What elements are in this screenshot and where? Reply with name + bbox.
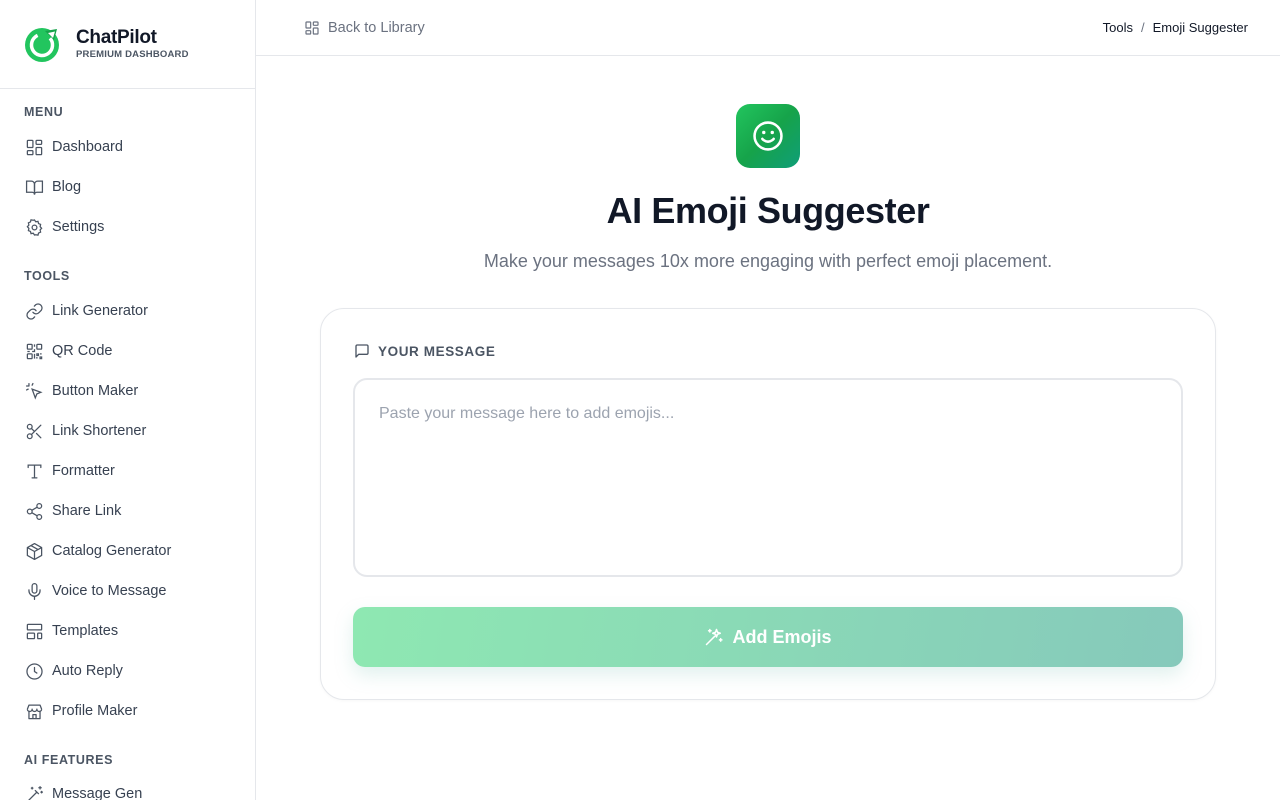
sidebar-item-label: Catalog Generator [52, 543, 172, 559]
sidebar-item-qr-code[interactable]: QR Code [24, 339, 112, 363]
grid-icon [24, 137, 44, 157]
sidebar-item-label: QR Code [52, 343, 113, 359]
page-subtitle: Make your messages 10x more engaging wit… [483, 251, 1053, 271]
section-label-ai-features: AI FEATURES [24, 753, 114, 767]
sidebar-item-share-link[interactable]: Share Link [24, 499, 121, 523]
sidebar-item-label: Auto Reply [52, 663, 123, 679]
sidebar-item-label: Link Generator [52, 303, 148, 319]
message-input[interactable] [353, 378, 1183, 577]
book-icon [24, 177, 44, 197]
text-type-icon [24, 461, 44, 481]
microphone-icon [24, 581, 44, 601]
sidebar-item-link-shortener[interactable]: Link Shortener [24, 419, 146, 443]
back-to-library-link[interactable]: Back to Library [304, 20, 425, 36]
sidebar-item-label: Voice to Message [52, 583, 167, 599]
clock-icon [24, 661, 44, 681]
sidebar-item-settings[interactable]: Settings [24, 215, 104, 239]
sidebar-item-formatter[interactable]: Formatter [24, 459, 115, 483]
sparkles-icon [706, 628, 724, 646]
scissors-icon [24, 421, 44, 441]
chatpilot-logo-icon [25, 28, 59, 62]
breadcrumb: Tools / Emoji Suggester [1103, 20, 1248, 35]
back-link-label: Back to Library [328, 19, 425, 36]
layout-template-icon [24, 621, 44, 641]
brand-subtitle: PREMIUM DASHBOARD [76, 49, 189, 60]
sidebar-item-label: Dashboard [52, 139, 123, 155]
field-label: YOUR MESSAGE [354, 343, 495, 359]
sidebar-item-blog[interactable]: Blog [24, 175, 81, 199]
qr-code-icon [24, 341, 44, 361]
sidebar-item-templates[interactable]: Templates [24, 619, 118, 643]
sidebar-item-label: Link Shortener [52, 423, 147, 439]
sidebar-item-dashboard[interactable]: Dashboard [24, 135, 123, 159]
gear-icon [24, 217, 44, 237]
sidebar-item-label: Message Gen [52, 786, 143, 800]
package-icon [24, 541, 44, 561]
sidebar: ChatPilot PREMIUM DASHBOARD MENU Dashboa… [0, 0, 256, 800]
smile-icon [753, 121, 783, 151]
sidebar-item-label: Blog [52, 179, 82, 195]
brand[interactable]: ChatPilot PREMIUM DASHBOARD [0, 0, 255, 89]
magic-wand-icon [24, 784, 44, 800]
link-icon [24, 301, 44, 321]
share-icon [24, 501, 44, 521]
sidebar-item-voice-to-message[interactable]: Voice to Message [24, 579, 166, 603]
field-label-text: YOUR MESSAGE [378, 343, 496, 359]
breadcrumb-separator: / [1140, 20, 1145, 35]
sidebar-item-message-gen[interactable]: Message Gen [24, 782, 142, 800]
pointer-click-icon [24, 381, 44, 401]
add-emojis-button-label: Add Emojis [732, 626, 832, 647]
sidebar-item-label: Templates [52, 623, 119, 639]
sidebar-item-label: Profile Maker [52, 703, 138, 719]
store-icon [24, 701, 44, 721]
message-card: YOUR MESSAGE Add Emojis [320, 308, 1216, 700]
sidebar-item-label: Button Maker [52, 383, 139, 399]
sidebar-item-profile-maker[interactable]: Profile Maker [24, 699, 137, 723]
sidebar-item-label: Share Link [52, 503, 122, 519]
breadcrumb-item-current: Emoji Suggester [1152, 20, 1248, 35]
sidebar-item-label: Settings [52, 219, 105, 235]
sidebar-item-link-generator[interactable]: Link Generator [24, 299, 148, 323]
sidebar-item-button-maker[interactable]: Button Maker [24, 379, 138, 403]
add-emojis-button[interactable]: Add Emojis [353, 607, 1183, 667]
brand-name: ChatPilot [76, 27, 157, 48]
message-square-icon [355, 344, 369, 358]
sidebar-item-catalog-generator[interactable]: Catalog Generator [24, 539, 171, 563]
page-title: AI Emoji Suggester [606, 190, 930, 231]
section-label-tools: TOOLS [24, 269, 70, 283]
section-label-menu: MENU [24, 105, 64, 119]
breadcrumb-item-tools[interactable]: Tools [1103, 20, 1133, 35]
sidebar-item-label: Formatter [52, 463, 115, 479]
grid-icon [305, 20, 319, 35]
top-bar: Back to Library Tools / Emoji Suggester [256, 0, 1280, 56]
sidebar-item-auto-reply[interactable]: Auto Reply [24, 659, 123, 683]
emoji-tool-badge [736, 104, 800, 168]
